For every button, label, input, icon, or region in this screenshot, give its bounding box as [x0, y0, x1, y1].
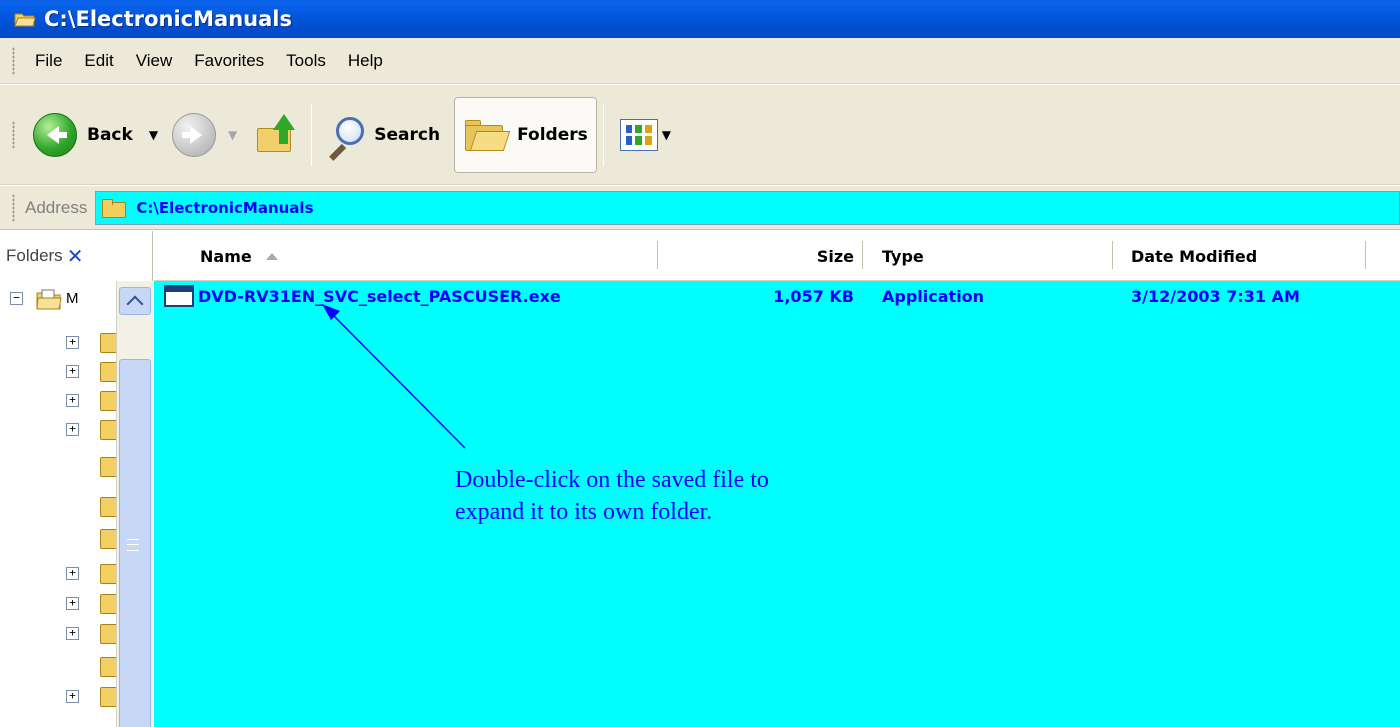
- expand-icon[interactable]: +: [66, 394, 79, 407]
- back-button[interactable]: Back: [25, 99, 141, 171]
- folders-scrollbar[interactable]: [116, 281, 153, 727]
- tree-item[interactable]: +: [0, 390, 118, 412]
- expand-icon[interactable]: +: [66, 365, 79, 378]
- annotation-callout: Double-click on the saved file to expand…: [455, 464, 769, 528]
- tree-item[interactable]: [0, 528, 118, 550]
- window-title: C:\ElectronicManuals: [44, 7, 292, 31]
- back-arrow-icon: [33, 112, 77, 157]
- my-documents-icon: [36, 288, 62, 310]
- menu-file[interactable]: File: [35, 51, 62, 71]
- folders-pane-header: Folders ✕: [0, 231, 152, 281]
- search-button-label: Search: [374, 124, 441, 145]
- forward-button[interactable]: [168, 99, 220, 171]
- toolbar-grip[interactable]: [12, 120, 15, 149]
- folders-button-label: Folders: [517, 124, 588, 145]
- file-name: DVD-RV31EN_SVC_select_PASCUSER.exe: [198, 286, 561, 306]
- sort-ascending-icon: [265, 252, 278, 260]
- tree-item[interactable]: [0, 456, 118, 478]
- tree-item[interactable]: [0, 656, 118, 678]
- column-name-label: Name: [200, 246, 252, 266]
- table-row[interactable]: DVD-RV31EN_SVC_select_PASCUSER.exe 1,057…: [154, 281, 1400, 311]
- file-size: 1,057 KB: [773, 286, 854, 306]
- tree-item-root[interactable]: − M: [0, 288, 118, 310]
- toolbar-separator: [602, 103, 604, 166]
- application-icon: [164, 285, 194, 307]
- column-header-name[interactable]: Name: [200, 231, 278, 281]
- menu-tools[interactable]: Tools: [286, 51, 326, 71]
- column-date-label: Date Modified: [1131, 246, 1258, 266]
- column-divider[interactable]: [657, 241, 658, 269]
- expand-icon[interactable]: +: [66, 627, 79, 640]
- views-icon[interactable]: [619, 118, 658, 151]
- forward-arrow-icon: [172, 112, 217, 157]
- tree-item[interactable]: +: [0, 686, 118, 708]
- address-label: Address: [25, 197, 88, 217]
- tree-item[interactable]: +: [0, 593, 118, 615]
- tree-item[interactable]: +: [0, 361, 118, 383]
- file-size-cell: 1,057 KB: [714, 281, 854, 311]
- tree-item[interactable]: +: [0, 419, 118, 441]
- file-list: Name Size Type Date Modified DVD-RV31EN_…: [154, 231, 1400, 727]
- address-input[interactable]: C:\ElectronicManuals: [95, 190, 1400, 225]
- expand-icon[interactable]: +: [66, 336, 79, 349]
- file-name-cell[interactable]: DVD-RV31EN_SVC_select_PASCUSER.exe: [164, 281, 561, 311]
- tree-item[interactable]: +: [0, 563, 118, 585]
- folders-pane-title: Folders: [6, 246, 63, 265]
- menu-help[interactable]: Help: [348, 51, 383, 71]
- column-header-date[interactable]: Date Modified: [1131, 231, 1257, 281]
- up-folder-icon[interactable]: [253, 113, 299, 156]
- toolbar-grip[interactable]: [12, 46, 15, 75]
- forward-dropdown-icon[interactable]: ▼: [228, 128, 237, 142]
- folders-pane: Folders ✕ − M + + + + + + + +: [0, 231, 153, 727]
- tree-item[interactable]: [0, 496, 118, 518]
- column-header-row: Name Size Type Date Modified: [154, 231, 1400, 281]
- search-icon: [326, 115, 366, 161]
- annotation-line-1: Double-click on the saved file to: [455, 467, 769, 493]
- folders-button[interactable]: Folders: [454, 96, 597, 173]
- folders-icon: [463, 117, 511, 153]
- scroll-grip-icon: [127, 539, 139, 551]
- back-button-label: Back: [87, 124, 133, 145]
- column-header-type[interactable]: Type: [882, 231, 924, 281]
- standard-toolbar: Back ▼ ▼ Search Folders ▼: [0, 85, 1400, 185]
- menu-favorites[interactable]: Favorites: [194, 51, 264, 71]
- annotation-line-2: expand it to its own folder.: [455, 499, 713, 525]
- tree-item[interactable]: +: [0, 332, 118, 354]
- views-dropdown-icon[interactable]: ▼: [662, 128, 671, 142]
- address-bar: Address C:\ElectronicManuals: [0, 186, 1400, 230]
- search-button[interactable]: Search: [318, 99, 448, 171]
- toolbar-separator: [311, 103, 313, 166]
- menu-bar: File Edit View Favorites Tools Help: [0, 38, 1400, 84]
- column-divider[interactable]: [1112, 241, 1113, 269]
- folder-icon: [14, 10, 36, 28]
- column-divider[interactable]: [862, 241, 863, 269]
- expand-icon[interactable]: +: [66, 690, 79, 703]
- file-date: 3/12/2003 7:31 AM: [1131, 286, 1300, 306]
- folder-icon: [102, 198, 127, 218]
- menu-view[interactable]: View: [136, 51, 173, 71]
- back-dropdown-icon[interactable]: ▼: [149, 128, 158, 142]
- file-type: Application: [882, 286, 985, 306]
- file-date-cell: 3/12/2003 7:31 AM: [1131, 281, 1300, 311]
- address-value: C:\ElectronicManuals: [136, 198, 314, 217]
- tree-item-label: M: [66, 290, 79, 307]
- expand-icon[interactable]: +: [66, 567, 79, 580]
- column-divider[interactable]: [1365, 241, 1366, 269]
- toolbar-grip[interactable]: [12, 193, 15, 222]
- menu-edit[interactable]: Edit: [84, 51, 113, 71]
- scroll-up-icon[interactable]: [119, 287, 151, 315]
- file-type-cell: Application: [882, 281, 984, 311]
- close-icon[interactable]: ✕: [67, 244, 84, 268]
- title-bar[interactable]: C:\ElectronicManuals: [0, 0, 1400, 38]
- column-type-label: Type: [882, 246, 924, 266]
- collapse-icon[interactable]: −: [10, 292, 23, 305]
- column-header-size[interactable]: Size: [794, 231, 854, 281]
- column-size-label: Size: [816, 246, 854, 266]
- expand-icon[interactable]: +: [66, 423, 79, 436]
- expand-icon[interactable]: +: [66, 597, 79, 610]
- tree-item[interactable]: +: [0, 623, 118, 645]
